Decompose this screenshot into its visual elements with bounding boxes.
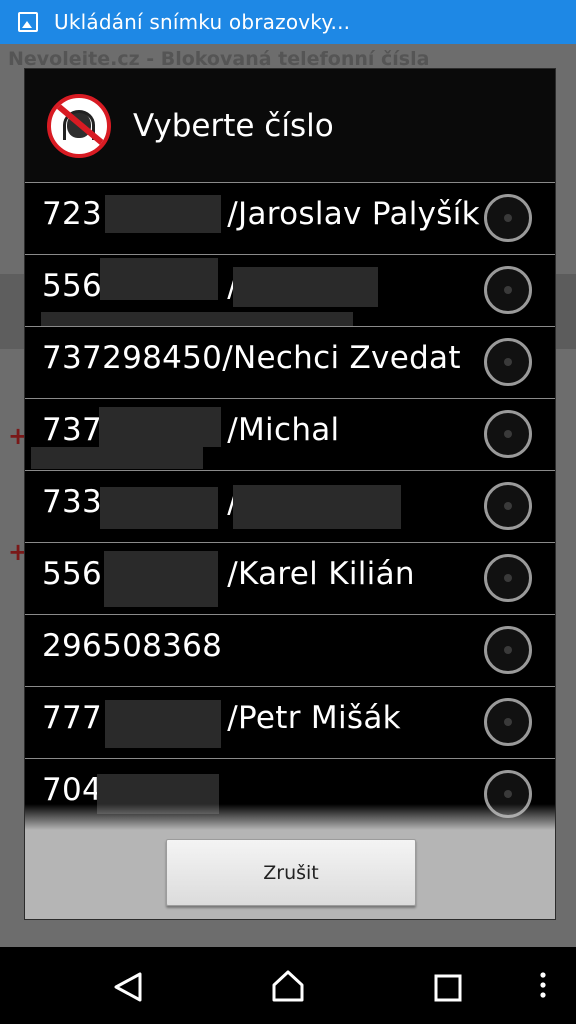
home-icon[interactable]: [271, 969, 305, 1003]
status-bar-text: Ukládání snímku obrazovky...: [54, 10, 351, 34]
back-icon[interactable]: [112, 971, 144, 1003]
list-item[interactable]: 296508368: [25, 614, 555, 686]
dialog-title: Vyberte číslo: [133, 107, 334, 144]
radio-button[interactable]: [484, 626, 532, 674]
redaction-block: [99, 407, 221, 447]
redaction-block: [105, 195, 221, 233]
list-item-label: 556 /Karel Kilián: [42, 556, 415, 592]
radio-button[interactable]: [484, 266, 532, 314]
list-item[interactable]: 777 /Petr Mišák: [25, 686, 555, 758]
recents-icon[interactable]: [434, 974, 462, 1002]
list-scroll-fade: [25, 804, 555, 830]
background-app-title: Nevoleite.cz - Blokovaná telefonní čísla: [8, 48, 430, 70]
radio-button[interactable]: [484, 410, 532, 458]
redaction-block: [31, 447, 203, 469]
list-item-label: 296508368: [42, 628, 223, 664]
list-item[interactable]: 737298450/Nechci Zvedat: [25, 326, 555, 398]
screenshot-image-icon: [18, 12, 38, 32]
list-item-label: 704: [42, 772, 103, 808]
status-bar: Ukládání snímku obrazovky...: [0, 0, 576, 44]
list-item[interactable]: 556 /Karel Kilián: [25, 542, 555, 614]
redaction-block: [233, 485, 401, 529]
select-number-dialog: Vyberte číslo 723 /Jaroslav Palyšík 556 …: [24, 68, 556, 920]
background-panel-left: [0, 274, 24, 349]
cancel-button[interactable]: Zrušit: [166, 839, 416, 906]
background-panel-right: [556, 274, 576, 349]
overflow-menu-icon[interactable]: [536, 971, 550, 1001]
redaction-block: [100, 487, 218, 529]
radio-button[interactable]: [484, 698, 532, 746]
list-item[interactable]: 723 /Jaroslav Palyšík: [25, 182, 555, 254]
radio-button[interactable]: [484, 482, 532, 530]
list-item[interactable]: 737 /Michal: [25, 398, 555, 470]
radio-button[interactable]: [484, 338, 532, 386]
list-item-label: 777 /Petr Mišák: [42, 700, 401, 736]
redaction-block: [41, 312, 353, 326]
list-item[interactable]: 556 /: [25, 254, 555, 326]
redaction-block: [100, 258, 218, 300]
list-item-label: 737298450/Nechci Zvedat: [42, 340, 461, 376]
redaction-block: [233, 267, 378, 307]
redaction-block: [104, 551, 218, 607]
redaction-block: [105, 700, 221, 748]
radio-button[interactable]: [484, 554, 532, 602]
radio-button[interactable]: [484, 194, 532, 242]
list-item[interactable]: 733 /: [25, 470, 555, 542]
dialog-header: Vyberte číslo: [25, 69, 555, 182]
dialog-footer: Zrušit: [25, 830, 555, 919]
no-calls-headset-icon: [47, 93, 111, 158]
navigation-bar: [0, 947, 576, 1024]
number-list[interactable]: 723 /Jaroslav Palyšík 556 / 737298450/Ne…: [25, 182, 555, 830]
